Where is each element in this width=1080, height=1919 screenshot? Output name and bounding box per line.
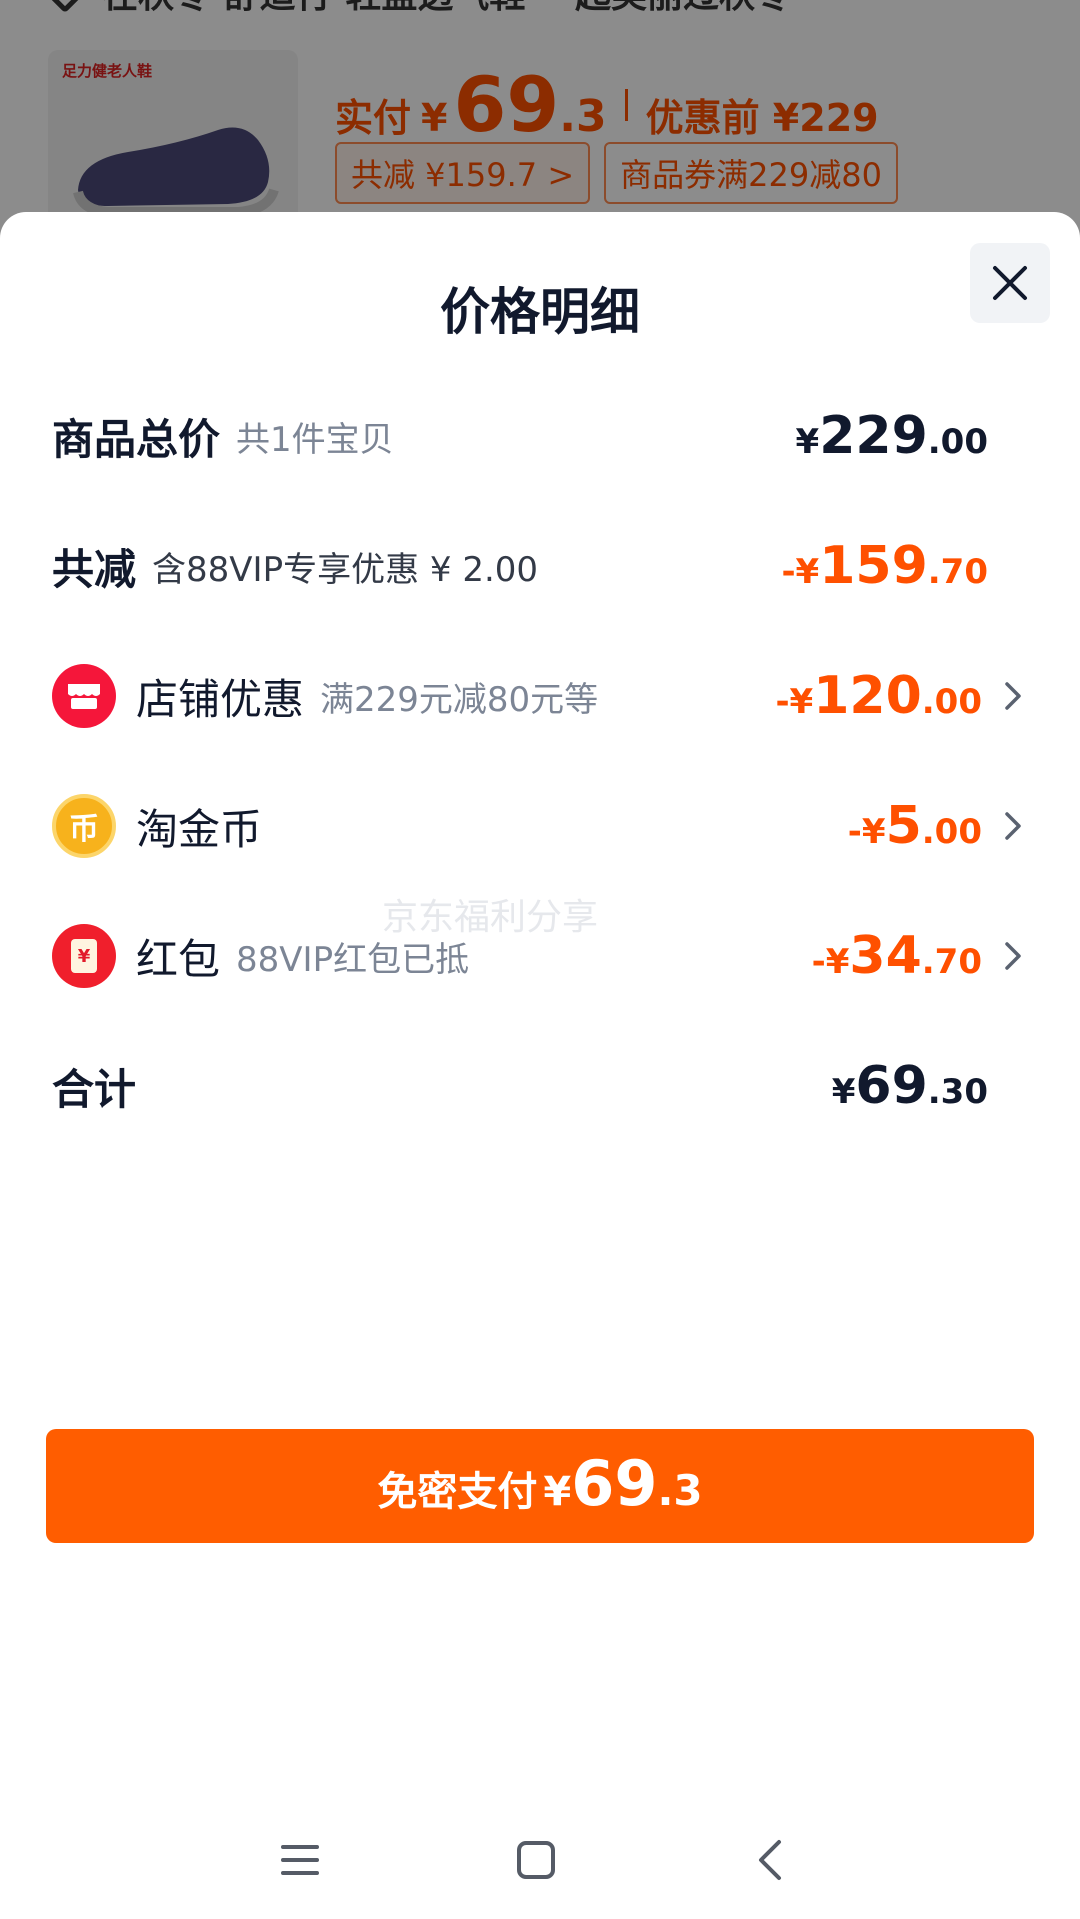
sum-row: 合计 ¥ 69 .30: [52, 1046, 1028, 1126]
shop-discount-rule: 满229元减80元等: [320, 679, 599, 720]
total-discount-row: 共减 含88VIP专享优惠 ¥ 2.00 -¥ 159 .70: [52, 526, 1028, 606]
close-icon: [993, 266, 1027, 300]
chevron-right-icon: [998, 806, 1028, 846]
total-discount-amount: -¥ 159 .70: [781, 536, 988, 596]
sum-dec: .30: [927, 1072, 988, 1112]
system-nav-bar: [0, 1820, 1080, 1900]
shop-discount-int: 120: [813, 666, 922, 726]
sum-label: 合计: [52, 1064, 137, 1114]
pay-button-dec: .3: [657, 1466, 703, 1515]
total-price-dec: .00: [927, 422, 988, 462]
taojinbi-amount: -¥ 5 .00: [848, 796, 982, 856]
coin-glyph: 币: [69, 812, 99, 847]
red-packet-label: 红包: [136, 934, 221, 984]
shop-discount-yen: -¥: [775, 682, 814, 722]
taojinbi-dec: .00: [921, 812, 982, 852]
sum-int: 69: [855, 1056, 928, 1116]
red-packet-int: 34: [849, 926, 922, 986]
red-packet-dec: .70: [921, 942, 982, 982]
shop-icon: [52, 664, 116, 728]
home-button[interactable]: [496, 1820, 576, 1900]
password-free-pay-button[interactable]: 免密支付 ¥ 69 .3: [46, 1429, 1034, 1543]
taojinbi-label: 淘金币: [136, 804, 263, 854]
red-packet-yen: -¥: [811, 942, 850, 982]
store-glyph-icon: [68, 684, 100, 709]
shop-discount-amount: -¥ 120 .00: [775, 666, 982, 726]
item-count: 共1件宝贝: [236, 419, 394, 460]
taojinbi-row[interactable]: 币 淘金币 -¥ 5 .00: [52, 786, 1028, 866]
pay-button-label: 免密支付: [377, 1469, 538, 1515]
shop-discount-label: 店铺优惠: [136, 674, 305, 724]
taojinbi-int: 5: [885, 796, 922, 856]
chevron-right-icon: [998, 676, 1028, 716]
red-packet-amount: -¥ 34 .70: [812, 926, 982, 986]
red-packet-note: 88VIP红包已抵: [236, 939, 470, 980]
red-packet-icon: ¥: [52, 924, 116, 988]
background-page: 在秋冬·舒适行·轻盈透气鞋·一起美丽过秋冬 足力健老人鞋 实付 ¥ 69 .3 …: [0, 0, 1080, 240]
back-icon: [759, 1840, 781, 1880]
vip-discount-note: 含88VIP专享优惠 ¥ 2.00: [152, 549, 539, 590]
sheet-title: 价格明细: [440, 283, 640, 341]
shop-discount-row[interactable]: 店铺优惠 满229元减80元等 -¥ 120 .00: [52, 656, 1028, 736]
red-packet-glyph: ¥: [71, 939, 97, 973]
home-icon: [517, 1841, 555, 1879]
background-overlay[interactable]: [0, 0, 1080, 240]
sum-amount: ¥ 69 .30: [832, 1056, 988, 1116]
sum-yen: ¥: [831, 1072, 856, 1112]
total-discount-int: 159: [819, 536, 928, 596]
pay-button-yen: ¥: [543, 1469, 572, 1515]
red-packet-row[interactable]: ¥ 红包 88VIP红包已抵 -¥ 34 .70: [52, 916, 1028, 996]
menu-button[interactable]: [260, 1820, 340, 1900]
close-button[interactable]: [970, 243, 1050, 323]
taojinbi-yen: -¥: [847, 812, 886, 852]
coin-icon: 币: [52, 794, 116, 858]
total-price-amount: ¥ 229 .00: [796, 406, 988, 466]
pay-button-int: 69: [571, 1447, 658, 1520]
total-discount-label: 共减: [52, 544, 137, 594]
menu-icon: [281, 1845, 319, 1875]
total-price-yen: ¥: [795, 422, 820, 462]
total-discount-yen: -¥: [781, 552, 820, 592]
total-price-label: 商品总价: [52, 414, 221, 464]
chevron-right-icon: [998, 936, 1028, 976]
shop-discount-dec: .00: [921, 682, 982, 722]
back-button[interactable]: [730, 1820, 810, 1900]
total-price-int: 229: [819, 406, 928, 466]
total-price-row: 商品总价 共1件宝贝 ¥ 229 .00: [52, 396, 1028, 476]
total-discount-dec: .70: [927, 552, 988, 592]
price-detail-sheet: 价格明细 商品总价 共1件宝贝 ¥ 229 .00 共减 含88VIP专享优惠 …: [0, 212, 1080, 1919]
